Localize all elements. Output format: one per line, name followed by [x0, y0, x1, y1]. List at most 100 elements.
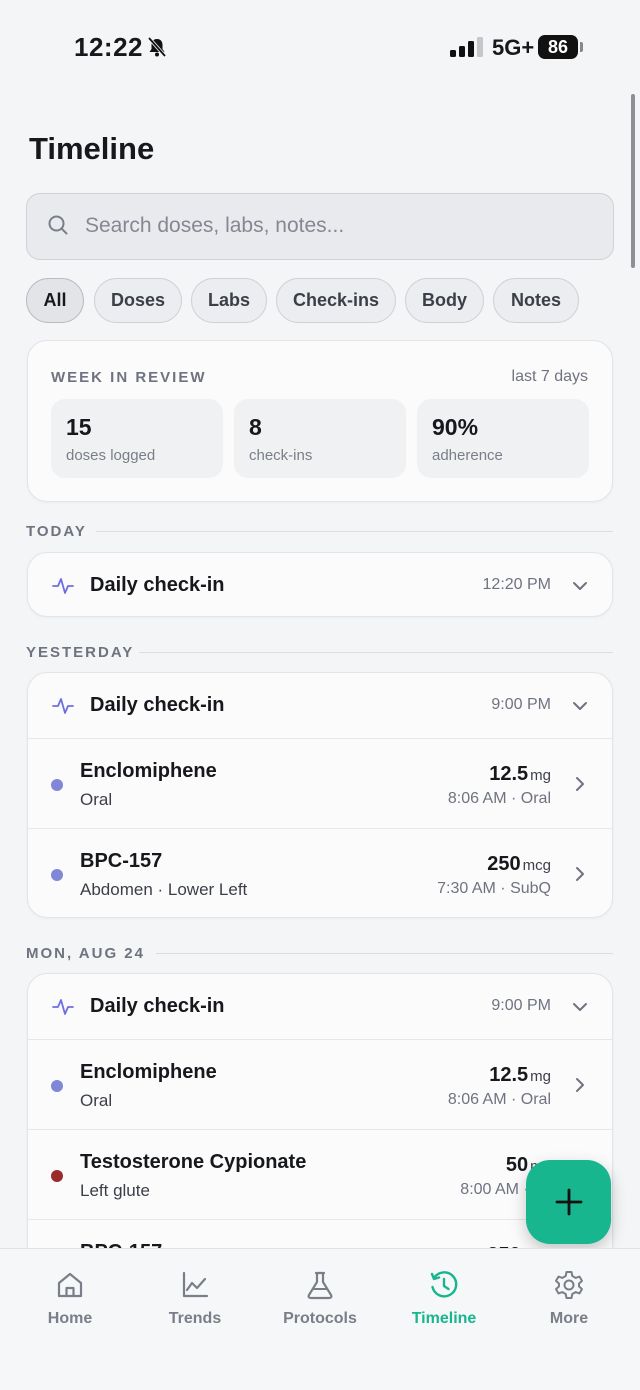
filter-chip-doses[interactable]: Doses — [94, 278, 182, 323]
chevron-down-icon — [573, 702, 587, 710]
today-card: Daily check-in 12:20 PM — [27, 552, 613, 617]
checkin-time: 9:00 PM — [491, 696, 551, 713]
tab-protocols[interactable]: Protocols — [256, 1249, 384, 1349]
search-input[interactable] — [85, 194, 585, 258]
dose-unit: mg — [530, 1068, 551, 1085]
checkin-row[interactable]: Daily check-in 9:00 PM — [28, 673, 612, 738]
stat-value: 8 — [249, 414, 262, 440]
checkin-row[interactable]: Daily check-in 9:00 PM — [28, 974, 612, 1039]
pulse-icon — [52, 698, 74, 714]
dose-name: Enclomiphene — [80, 760, 217, 782]
dose-site: Left glute — [80, 1181, 150, 1200]
dose-unit: mcg — [522, 857, 551, 874]
stat-value: 90% — [432, 414, 479, 440]
section-divider — [156, 953, 613, 954]
dose-name: Testosterone Cypionate — [80, 1151, 307, 1173]
tab-label: Home — [47, 1310, 93, 1327]
dose-dot — [51, 1170, 63, 1182]
dose-row[interactable]: Enclomiphene Oral 12.5 mg 8:06 AM · Oral — [28, 738, 612, 828]
dose-dot — [51, 779, 63, 791]
flask-icon — [307, 1271, 333, 1300]
week-in-review-card: WEEK IN REVIEW last 7 days 15 doses logg… — [27, 340, 613, 502]
section-label-mon-aug-24: MON, AUG 24 — [26, 945, 145, 962]
stat-doses-logged: 15 doses logged — [51, 399, 223, 478]
dose-unit: mg — [530, 767, 551, 784]
filter-chip-notes[interactable]: Notes — [493, 278, 579, 323]
dose-amount-value: 12.5 — [489, 1064, 529, 1086]
chevron-down-icon — [573, 582, 587, 590]
stat-adherence: 90% adherence — [417, 399, 589, 478]
chevron-down-icon — [573, 1003, 587, 1011]
stat-label: adherence — [432, 447, 503, 464]
dose-amount: 12.5 mg — [489, 1064, 551, 1087]
dose-meta: 7:30 AM · SubQ — [437, 880, 551, 897]
checkin-row[interactable]: Daily check-in 12:20 PM — [28, 553, 612, 616]
stat-check-ins: 8 check-ins — [234, 399, 406, 478]
dose-amount-value: 250 — [487, 853, 521, 875]
stat-value: 15 — [66, 414, 92, 440]
signal-icon — [450, 37, 483, 57]
network-label: 5G+ — [492, 35, 535, 60]
dose-dot — [51, 869, 63, 881]
battery-icon: 86 — [538, 35, 578, 59]
section-divider — [96, 531, 613, 532]
filter-chip-labs[interactable]: Labs — [191, 278, 267, 323]
dose-amount-value: 50 — [505, 1154, 529, 1176]
checkin-time: 9:00 PM — [491, 997, 551, 1014]
gear-icon — [555, 1271, 583, 1299]
checkin-title: Daily check-in — [90, 574, 225, 596]
pulse-icon — [52, 578, 74, 594]
dose-meta: 8:06 AM · Oral — [447, 1091, 551, 1108]
dose-site: Oral — [80, 1091, 113, 1110]
dose-row[interactable]: BPC-157 Abdomen · Lower Left 250 mcg 7:30… — [28, 828, 612, 917]
tab-label: Protocols — [283, 1310, 357, 1327]
dose-amount: 12.5 mg — [489, 763, 551, 786]
page-title: Timeline — [29, 131, 155, 166]
section-divider — [139, 652, 613, 653]
filter-chip-check-ins[interactable]: Check-ins — [276, 278, 396, 323]
section-label-yesterday: YESTERDAY — [26, 644, 135, 661]
tab-timeline[interactable]: Timeline — [380, 1249, 508, 1349]
tab-label: Timeline — [411, 1310, 477, 1327]
week-review-range: last 7 days — [511, 368, 588, 385]
stat-label: check-ins — [249, 447, 313, 464]
mon-aug-24-card: Daily check-in 9:00 PM Enclomiphene Oral… — [27, 973, 613, 1273]
status-time: 12:22 — [74, 32, 143, 62]
dose-dot — [51, 1080, 63, 1092]
tab-label: Trends — [168, 1310, 222, 1327]
dose-site: Oral — [80, 790, 113, 809]
filter-chip-all[interactable]: All — [26, 278, 84, 323]
tab-label: More — [549, 1310, 589, 1327]
history-icon — [430, 1271, 458, 1298]
trends-icon — [182, 1271, 209, 1298]
week-review-title: WEEK IN REVIEW — [51, 369, 207, 386]
filter-chip-body[interactable]: Body — [405, 278, 484, 323]
add-entry-button[interactable] — [526, 1160, 611, 1244]
home-icon — [57, 1272, 83, 1298]
tab-home[interactable]: Home — [6, 1249, 134, 1349]
chevron-right-icon — [576, 867, 584, 881]
dose-name: BPC-157 — [80, 850, 163, 872]
dose-name: Enclomiphene — [80, 1061, 217, 1083]
scrollbar[interactable] — [631, 94, 635, 268]
tab-more[interactable]: More — [505, 1249, 633, 1349]
yesterday-card: Daily check-in 9:00 PM Enclomiphene Oral… — [27, 672, 613, 918]
checkin-title: Daily check-in — [90, 694, 225, 716]
dose-amount: 250mcg — [487, 853, 551, 876]
checkin-title: Daily check-in — [90, 995, 225, 1017]
battery-tip — [580, 42, 583, 52]
search-bar[interactable] — [26, 193, 614, 260]
tab-trends[interactable]: Trends — [131, 1249, 259, 1349]
status-bar: 12:22 5G+ 86 — [0, 0, 640, 96]
bell-muted-icon — [147, 36, 167, 58]
tab-bar: Home Trends Protocols Timeline More — [0, 1248, 640, 1390]
section-label-today: TODAY — [26, 523, 87, 540]
dose-site: Abdomen · Lower Left — [80, 880, 248, 899]
dose-row[interactable]: Enclomiphene Oral 12.5 mg 8:06 AM · Oral — [28, 1039, 612, 1129]
dose-meta: 8:06 AM · Oral — [447, 790, 551, 807]
search-icon — [48, 215, 68, 235]
pulse-icon — [52, 999, 74, 1015]
dose-amount-value: 12.5 — [489, 763, 529, 785]
chevron-right-icon — [576, 777, 584, 791]
chevron-right-icon — [576, 1078, 584, 1092]
